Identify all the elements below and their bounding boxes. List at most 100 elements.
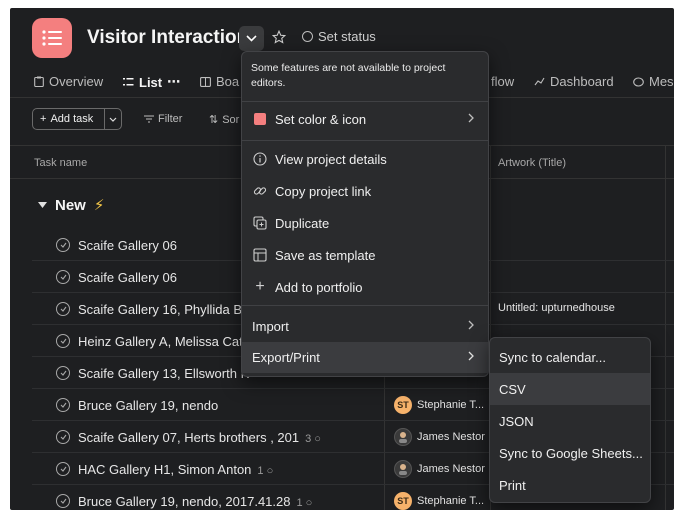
tab-overview[interactable]: Overview: [34, 74, 103, 89]
sort-button[interactable]: ⇅ Sor: [209, 113, 239, 127]
complete-checkbox[interactable]: [56, 494, 70, 508]
info-icon: [252, 151, 268, 167]
menu-item-view-project-details[interactable]: View project details: [242, 144, 488, 174]
check-icon: [60, 242, 66, 248]
comment-count[interactable]: 3 ○: [305, 433, 321, 445]
check-icon: [60, 434, 66, 440]
favorite-star-button[interactable]: [269, 26, 289, 48]
message-icon: [633, 76, 644, 87]
tab-messages[interactable]: Mes: [633, 74, 674, 89]
complete-checkbox[interactable]: [56, 334, 70, 348]
complete-checkbox[interactable]: [56, 398, 70, 412]
avatar: [394, 460, 412, 478]
list-icon: [42, 30, 62, 46]
overview-icon: [34, 76, 44, 87]
person-photo-icon: [399, 432, 407, 443]
complete-checkbox[interactable]: [56, 238, 70, 252]
board-icon: [200, 76, 211, 87]
check-icon: [60, 306, 66, 312]
section-name: New: [55, 196, 86, 214]
task-name[interactable]: Bruce Gallery 19, nendo: [78, 398, 383, 413]
plus-icon: +: [40, 113, 47, 125]
complete-checkbox[interactable]: [56, 462, 70, 476]
menu-item-set-color-icon[interactable]: Set color & icon: [242, 104, 488, 134]
assignee-cell[interactable]: ST Stephanie T...: [394, 396, 498, 414]
filter-button[interactable]: Filter: [144, 113, 182, 125]
project-actions-button[interactable]: [239, 26, 264, 51]
set-status-label: Set status: [318, 29, 376, 44]
menu-item-label: Export/Print: [252, 350, 320, 365]
column-artwork[interactable]: Artwork (Title): [498, 157, 566, 169]
filter-label: Filter: [158, 113, 183, 125]
color-swatch-icon: [254, 113, 266, 125]
assignee-cell[interactable]: James Nestor: [394, 428, 498, 446]
task-name[interactable]: Bruce Gallery 19, nendo, 2017.41.28 1 ○: [78, 494, 383, 509]
avatar: [394, 428, 412, 446]
project-title[interactable]: Visitor Interactions: [87, 27, 259, 49]
menu-item-label: View project details: [275, 151, 387, 167]
menu-item-label: Import: [252, 318, 289, 334]
chevron-right-icon: [468, 351, 474, 361]
submenu-item-print[interactable]: Print: [490, 469, 650, 501]
star-icon: [272, 30, 286, 44]
check-icon: [60, 466, 66, 472]
comment-count[interactable]: 1 ○: [296, 497, 312, 509]
tab-list[interactable]: List ⋯: [123, 74, 180, 90]
submenu-item-google-sheets[interactable]: Sync to Google Sheets...: [490, 437, 650, 469]
submenu-item-sync-calendar[interactable]: Sync to calendar...: [490, 341, 650, 373]
tab-board-label: Boa: [216, 74, 240, 89]
assignee-cell[interactable]: James Nestor: [394, 460, 498, 478]
menu-item-duplicate[interactable]: Duplicate: [242, 208, 488, 238]
tab-list-label: List: [139, 74, 163, 90]
menu-item-save-as-template[interactable]: Save as template: [242, 240, 488, 270]
submenu-item-csv[interactable]: CSV: [490, 373, 650, 405]
complete-checkbox[interactable]: [56, 270, 70, 284]
menu-item-import[interactable]: Import: [242, 311, 488, 341]
project-icon[interactable]: [32, 18, 72, 58]
task-name[interactable]: HAC Gallery H1, Simon Anton 1 ○: [78, 462, 383, 477]
filter-icon: [144, 115, 154, 123]
add-task-button[interactable]: + Add task: [32, 108, 122, 130]
menu-divider: [242, 140, 488, 141]
complete-checkbox[interactable]: [56, 366, 70, 380]
check-icon: [60, 402, 66, 408]
complete-checkbox[interactable]: [56, 430, 70, 444]
section-header-new[interactable]: New ⚡: [38, 196, 104, 214]
tab-board[interactable]: Boa: [200, 74, 239, 89]
add-task-main[interactable]: + Add task: [33, 109, 105, 129]
duplicate-icon: [252, 215, 268, 231]
complete-checkbox[interactable]: [56, 302, 70, 316]
submenu-item-json[interactable]: JSON: [490, 405, 650, 437]
tab-workflow[interactable]: flow: [491, 74, 514, 89]
assignee-cell[interactable]: ST Stephanie T...: [394, 492, 498, 510]
add-task-dropdown[interactable]: [105, 117, 121, 122]
avatar: ST: [394, 396, 412, 414]
status-circle-icon: [302, 31, 313, 42]
check-icon: [60, 498, 66, 504]
menu-item-label: Set color & icon: [275, 111, 367, 127]
permission-note: Some features are not available to proje…: [251, 62, 446, 89]
tab-workflow-label: flow: [491, 74, 515, 89]
tab-messages-label: Mes: [649, 74, 674, 89]
person-photo-icon: [399, 464, 407, 475]
task-name[interactable]: Scaife Gallery 07, Herts brothers , 201 3…: [78, 430, 383, 445]
menu-item-add-to-portfolio[interactable]: + Add to portfolio: [242, 272, 488, 302]
export-submenu: Sync to calendar... CSV JSON Sync to Goo…: [489, 337, 651, 503]
more-options-icon[interactable]: ⋯: [167, 74, 180, 90]
check-icon: [60, 370, 66, 376]
tab-dashboard[interactable]: Dashboard: [534, 74, 614, 89]
artwork-cell[interactable]: Untitled: upturnedhouse: [498, 302, 615, 314]
assignee-name: Stephanie T...: [417, 399, 485, 411]
menu-item-export-print[interactable]: Export/Print: [242, 342, 488, 373]
tab-overview-label: Overview: [49, 74, 104, 89]
set-status-button[interactable]: Set status: [302, 29, 376, 44]
menu-item-copy-project-link[interactable]: Copy project link: [242, 176, 488, 206]
template-icon: [252, 247, 268, 263]
check-icon: [60, 338, 66, 344]
column-task-name[interactable]: Task name: [34, 157, 87, 169]
comment-count[interactable]: 1 ○: [257, 465, 273, 477]
chevron-down-icon: [109, 117, 117, 122]
menu-item-label: Duplicate: [275, 215, 330, 231]
assignee-name: Stephanie T...: [417, 495, 485, 507]
caret-down-icon[interactable]: [38, 202, 47, 208]
